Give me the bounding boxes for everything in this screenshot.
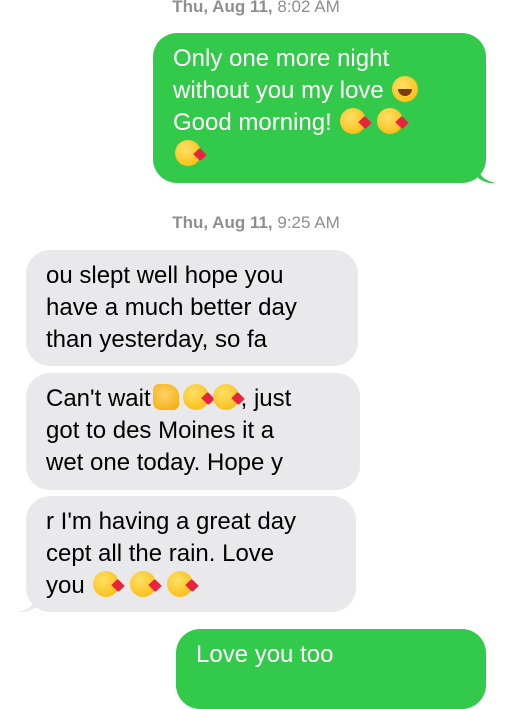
timestamp-day: Thu, Aug 11, [172, 213, 273, 232]
incoming-message-3[interactable]: r I'm having a great day cept all the ra… [26, 496, 356, 612]
outgoing-bubble-tail [478, 168, 496, 184]
message-text: Can't wait [46, 385, 151, 412]
kiss-emoji-icon [93, 571, 120, 597]
message-text: ou slept well hope you have a much bette… [46, 262, 297, 353]
grinning-face-emoji-icon [392, 76, 419, 102]
timestamp-time: 8:02 AM [272, 0, 340, 16]
kiss-emoji-icon [175, 140, 201, 166]
kiss-emoji-icon [212, 384, 239, 410]
outgoing-message-1[interactable]: Only one more night without you my love … [153, 33, 486, 183]
incoming-bubble-tail [18, 597, 36, 613]
message-text: Only one more night without you my love [173, 45, 390, 104]
thumbs-up-emoji-icon [152, 384, 179, 410]
kiss-emoji-icon [377, 108, 404, 134]
incoming-message-2[interactable]: Can't wait, just got to des Moines it a … [26, 373, 360, 490]
timestamp-2: Thu, Aug 11, 9:25 AM [0, 213, 512, 233]
incoming-message-1[interactable]: ou slept well hope you have a much bette… [26, 250, 358, 366]
timestamp-time: 9:25 AM [272, 213, 340, 232]
timestamp-day: Thu, Aug 11, [172, 0, 273, 16]
outgoing-message-2[interactable]: Love you too [176, 629, 486, 709]
kiss-emoji-icon [166, 571, 193, 597]
kiss-emoji-icon [130, 571, 157, 597]
timestamp-1: Thu, Aug 11, 8:02 AM [0, 0, 512, 17]
message-text-2: Good morning! [173, 109, 332, 136]
message-text: Love you too [196, 641, 334, 668]
kiss-emoji-icon [182, 384, 209, 410]
kiss-emoji-icon [340, 108, 367, 134]
